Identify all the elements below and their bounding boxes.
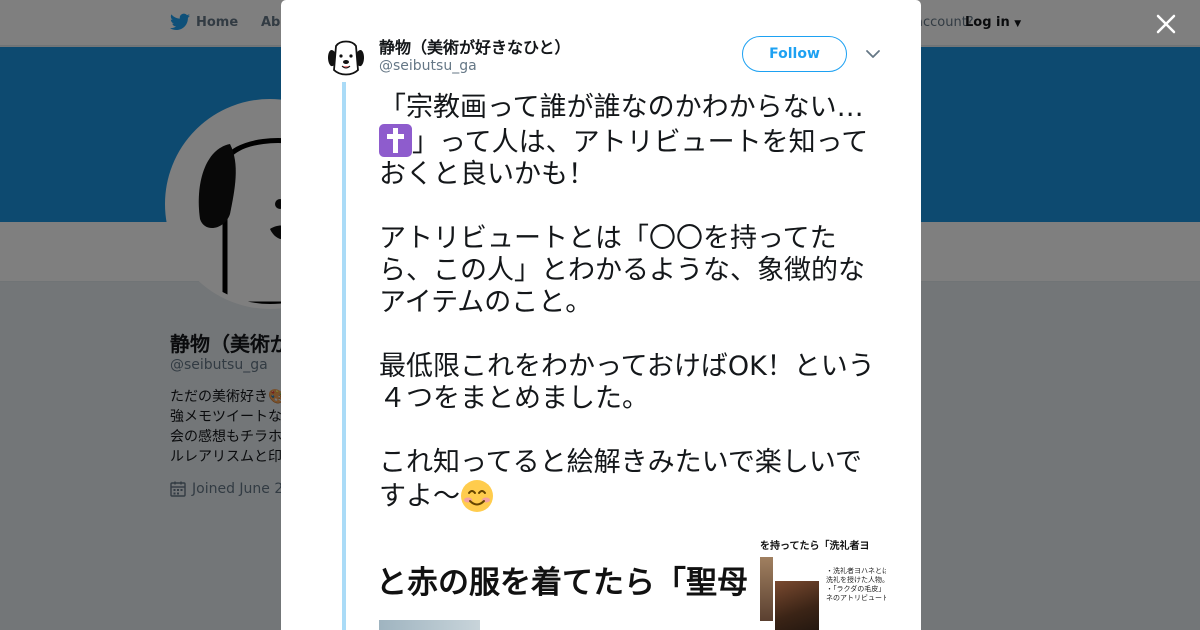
tweet-author-handle[interactable]: @seibutsu_ga bbox=[379, 58, 477, 74]
tweet-text-segment: これ知ってると絵解きみたいで楽しいですよ～ bbox=[379, 447, 863, 512]
smiling-face-emoji-icon bbox=[461, 480, 493, 512]
follow-button[interactable]: Follow bbox=[742, 36, 847, 72]
tweet-paragraph: これ知ってると絵解きみたいで楽しいですよ～ bbox=[379, 447, 884, 513]
thread-line bbox=[342, 82, 346, 630]
painting-image bbox=[760, 557, 773, 621]
tweet-image-collage[interactable]: と赤の服を着てたら「聖母 を持ってたら「洗礼者ヨ ・洗礼者ヨハネとは 洗礼を授け… bbox=[376, 537, 886, 630]
latin-cross-emoji-icon bbox=[379, 124, 412, 157]
tweet-author-name[interactable]: 静物（美術が好きなひと） bbox=[379, 34, 571, 58]
tweet-image-thumbnail[interactable] bbox=[379, 620, 480, 630]
image-note-line: 洗礼を授けた人物。 bbox=[826, 576, 886, 584]
tweet-text-segment: 「宗教画って誰が誰なのかわからない… bbox=[379, 92, 864, 123]
tweet-paragraph: アトリビュートとは「〇〇を持ってたら、この人」とわかるような、象徴的なアイテムの… bbox=[379, 223, 865, 318]
image-note: ・洗礼者ヨハネとは 洗礼を授けた人物。 ・「ラクダの毛皮」 ネのアトリビュート bbox=[826, 567, 886, 603]
tweet-text: 「宗教画って誰が誰なのかわからない… 」って人は、アトリビュートを知っておくと良い… bbox=[379, 92, 884, 545]
chevron-down-icon[interactable] bbox=[863, 44, 883, 64]
image-right-title: を持ってたら「洗礼者ヨ bbox=[760, 541, 870, 552]
tweet-image-right[interactable]: を持ってたら「洗礼者ヨ ・洗礼者ヨハネとは 洗礼を授けた人物。 ・「ラクダの毛皮… bbox=[760, 537, 886, 630]
tweet-paragraph: 「宗教画って誰が誰なのかわからない… 」って人は、アトリビュートを知っておくと良い… bbox=[379, 92, 884, 191]
tweet-author-avatar[interactable] bbox=[325, 36, 367, 78]
tweet-modal: 静物（美術が好きなひと） @seibutsu_ga Follow 「宗教画って誰… bbox=[281, 0, 921, 630]
image-caption: と赤の服を着てたら「聖母 bbox=[376, 565, 748, 601]
dog-avatar-icon bbox=[325, 36, 367, 78]
tweet-text-segment: 」って人は、アトリビュートを知っておくと良いかも！ bbox=[379, 127, 869, 190]
close-icon[interactable] bbox=[1152, 10, 1180, 38]
painting-image bbox=[775, 581, 819, 630]
tweet-paragraph: 最低限これをわかっておけばOK！という４つをまとめました。 bbox=[379, 351, 875, 414]
image-note-line: ・「ラクダの毛皮」 bbox=[826, 585, 886, 593]
image-note-line: ・洗礼者ヨハネとは bbox=[826, 567, 886, 575]
image-note-line: ネのアトリビュート bbox=[826, 594, 886, 602]
